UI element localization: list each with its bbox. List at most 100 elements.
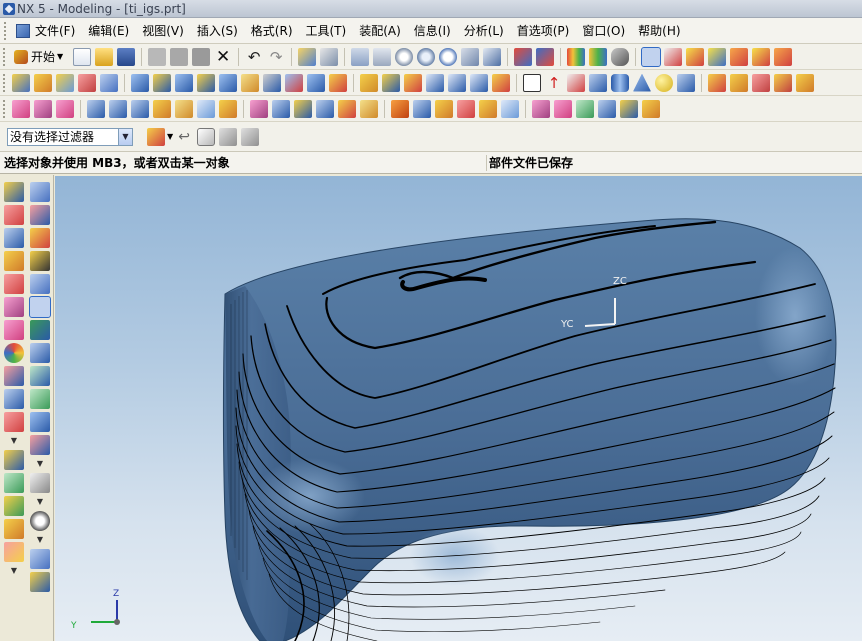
perspective-icon[interactable] <box>483 47 502 66</box>
menu-assemblies[interactable]: 装配(A) <box>359 22 408 39</box>
law-extension-icon[interactable] <box>219 99 237 118</box>
wedge-icon[interactable] <box>677 73 695 92</box>
lights-icon[interactable] <box>30 366 50 386</box>
n-sided-surface-icon[interactable] <box>175 99 193 118</box>
menu-edit[interactable]: 编辑(E) <box>88 22 136 39</box>
fill-color-icon[interactable] <box>4 450 24 470</box>
snap-intersect-icon[interactable] <box>752 47 771 66</box>
swept-surface-icon[interactable] <box>131 99 149 118</box>
box-icon[interactable] <box>589 73 607 92</box>
menu-insert[interactable]: 插入(S) <box>197 22 245 39</box>
through-points-icon[interactable] <box>12 99 30 118</box>
reuse-library-icon[interactable] <box>30 205 50 225</box>
solid-icon[interactable] <box>30 572 50 592</box>
system-materials-icon[interactable] <box>30 251 50 271</box>
select-faces-icon[interactable] <box>197 127 216 146</box>
select-all-icon[interactable]: ↩ <box>175 128 193 146</box>
cone-solid-icon[interactable] <box>633 73 651 92</box>
history-icon[interactable] <box>4 251 24 271</box>
arc-icon[interactable] <box>4 366 24 386</box>
delete-icon[interactable]: ✕ <box>214 48 232 66</box>
layer-settings-icon[interactable] <box>514 47 533 66</box>
new-file-icon[interactable] <box>73 47 92 66</box>
curve-on-surface-icon[interactable] <box>554 99 572 118</box>
menu-view[interactable]: 视图(V) <box>142 22 191 39</box>
hole-icon[interactable] <box>219 73 237 92</box>
menu-preferences[interactable]: 首选项(P) <box>517 22 577 39</box>
toolbar-grip[interactable] <box>3 73 7 92</box>
redo-icon[interactable]: ↷ <box>267 48 285 66</box>
quilt-icon[interactable] <box>294 99 312 118</box>
styled-blend-icon[interactable] <box>413 99 431 118</box>
x-form-icon[interactable] <box>457 99 475 118</box>
spline-icon[interactable] <box>4 389 24 409</box>
coordinate-icon[interactable] <box>567 73 585 92</box>
history-palette-icon[interactable] <box>30 228 50 248</box>
slot-icon[interactable] <box>307 73 325 92</box>
texture-icon[interactable] <box>4 473 24 493</box>
sketch-icon[interactable] <box>12 73 30 92</box>
cut-icon[interactable] <box>148 47 167 66</box>
extrude-icon[interactable] <box>34 73 52 92</box>
curve-network-icon[interactable] <box>532 99 550 118</box>
sphere-icon[interactable] <box>197 73 215 92</box>
layers-icon[interactable] <box>4 228 24 248</box>
feature-curve-icon[interactable] <box>219 127 238 146</box>
menu-tools[interactable]: 工具(T) <box>306 22 354 39</box>
draft-analysis-icon[interactable] <box>642 99 660 118</box>
menu-file[interactable]: 文件(F) <box>35 22 82 39</box>
snap-point-icon[interactable] <box>664 47 683 66</box>
analysis-icon[interactable] <box>30 511 50 531</box>
chevron-down-icon[interactable]: ▼ <box>167 132 173 141</box>
sphere-solid-icon[interactable] <box>655 73 673 92</box>
section-surface-icon[interactable] <box>153 99 171 118</box>
selection-mode-icon[interactable] <box>641 46 662 67</box>
offset-surface-icon[interactable] <box>250 99 268 118</box>
web-browser-icon[interactable] <box>30 274 50 294</box>
from-poles-icon[interactable] <box>34 99 52 118</box>
toolbar-grip[interactable] <box>3 99 7 118</box>
bridge-surface-icon[interactable] <box>197 99 215 118</box>
type-filter-select[interactable]: 没有选择过滤器 ▼ <box>7 127 133 146</box>
shell-icon[interactable] <box>796 73 814 92</box>
reflection-analysis-icon[interactable] <box>598 99 616 118</box>
tube-icon[interactable] <box>100 73 118 92</box>
document-menu-icon[interactable] <box>16 23 30 38</box>
edit-icon[interactable] <box>4 496 24 516</box>
global-shaping-icon[interactable] <box>479 99 497 118</box>
paste-icon[interactable] <box>192 47 211 66</box>
zoom-window-icon[interactable] <box>373 47 392 66</box>
rectangle-icon[interactable] <box>523 73 541 92</box>
render-icon[interactable] <box>4 542 24 562</box>
ruled-surface-icon[interactable] <box>56 99 74 118</box>
cylinder-icon[interactable] <box>153 73 171 92</box>
trim-body-icon[interactable] <box>426 73 444 92</box>
chevron-down-icon[interactable]: ▼ <box>30 535 50 545</box>
undo-icon[interactable]: ↶ <box>245 48 263 66</box>
palette-icon[interactable] <box>4 343 24 363</box>
start-button[interactable]: 开始 ▼ <box>10 47 67 67</box>
draft-icon[interactable] <box>774 73 792 92</box>
materials-icon[interactable] <box>30 389 50 409</box>
through-curves-icon[interactable] <box>87 99 105 118</box>
datum-axis-icon[interactable] <box>382 73 400 92</box>
menu-help[interactable]: 帮助(H) <box>638 22 687 39</box>
snap-end-icon[interactable] <box>686 47 705 66</box>
select-tool-icon[interactable] <box>320 47 339 66</box>
sew-icon[interactable] <box>338 99 356 118</box>
datum-plane-icon[interactable] <box>360 73 378 92</box>
edge-blend-icon[interactable] <box>708 73 726 92</box>
chevron-down-icon[interactable]: ▼ <box>4 436 24 446</box>
cone-icon[interactable] <box>175 73 193 92</box>
constraint-icon[interactable] <box>4 205 24 225</box>
enlarge-icon[interactable] <box>501 99 519 118</box>
studio-surface-icon[interactable] <box>435 99 453 118</box>
isoparametric-icon[interactable] <box>576 99 594 118</box>
part-navigator-icon[interactable] <box>4 274 24 294</box>
block-icon[interactable] <box>131 73 149 92</box>
zoom-icon[interactable] <box>395 47 414 66</box>
patch-icon[interactable] <box>360 99 378 118</box>
general-selection-icon[interactable] <box>147 127 165 146</box>
toolbar-grip[interactable] <box>3 47 7 66</box>
selected-tool-icon[interactable] <box>29 296 51 318</box>
